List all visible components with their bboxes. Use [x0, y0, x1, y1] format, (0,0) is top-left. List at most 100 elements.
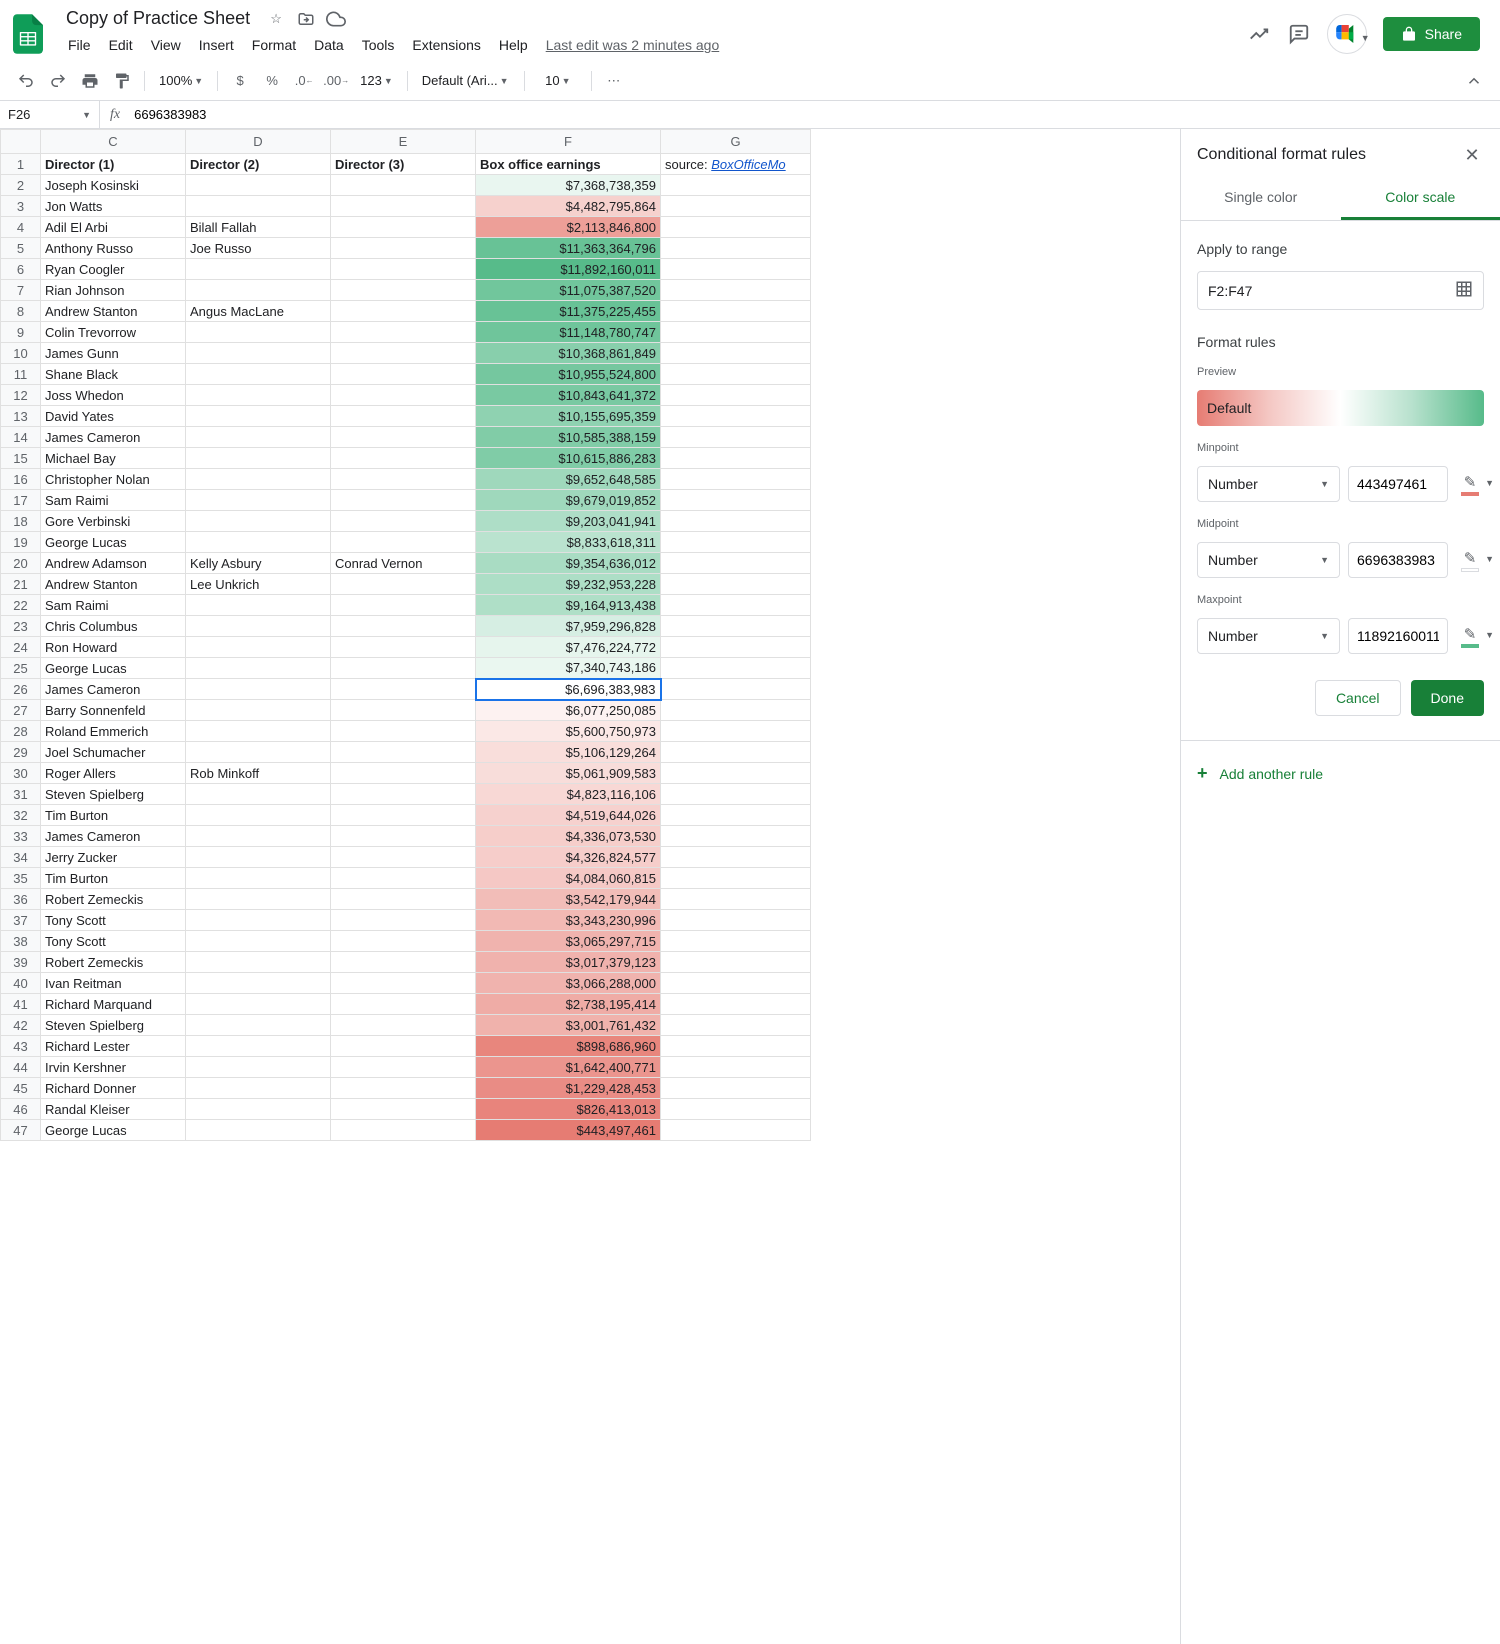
cell-C36[interactable]: Robert Zemeckis — [41, 889, 186, 910]
cell-D22[interactable] — [186, 595, 331, 616]
cell-F33[interactable]: $4,336,073,530 — [476, 826, 661, 847]
cell-E36[interactable] — [331, 889, 476, 910]
row-header-22[interactable]: 22 — [1, 595, 41, 616]
star-icon[interactable]: ☆ — [266, 9, 286, 29]
sheets-logo[interactable] — [8, 14, 48, 54]
cell-C2[interactable]: Joseph Kosinski — [41, 175, 186, 196]
cell-E38[interactable] — [331, 931, 476, 952]
cell-E37[interactable] — [331, 910, 476, 931]
maxpoint-value-input[interactable] — [1348, 618, 1448, 654]
cell-F9[interactable]: $11,148,780,747 — [476, 322, 661, 343]
col-header-F[interactable]: F — [476, 130, 661, 154]
cell-C42[interactable]: Steven Spielberg — [41, 1015, 186, 1036]
cell-F27[interactable]: $6,077,250,085 — [476, 700, 661, 721]
cell-G47[interactable] — [661, 1120, 811, 1141]
cell-G30[interactable] — [661, 763, 811, 784]
more-tools-button[interactable]: ⋯ — [600, 67, 628, 95]
select-range-icon[interactable] — [1455, 280, 1473, 301]
cell-D17[interactable] — [186, 490, 331, 511]
cell-D11[interactable] — [186, 364, 331, 385]
add-rule-button[interactable]: + Add another rule — [1197, 759, 1484, 788]
col-header-C[interactable]: C — [41, 130, 186, 154]
cell-F7[interactable]: $11,075,387,520 — [476, 280, 661, 301]
cell-C27[interactable]: Barry Sonnenfeld — [41, 700, 186, 721]
cell-D12[interactable] — [186, 385, 331, 406]
name-box[interactable]: F26▼ — [0, 101, 100, 128]
cell-C43[interactable]: Richard Lester — [41, 1036, 186, 1057]
cell-D20[interactable]: Kelly Asbury — [186, 553, 331, 574]
cell-D35[interactable] — [186, 868, 331, 889]
cell-G12[interactable] — [661, 385, 811, 406]
row-header-43[interactable]: 43 — [1, 1036, 41, 1057]
cell-F26[interactable]: $6,696,383,983 — [476, 679, 661, 700]
menu-format[interactable]: Format — [244, 33, 304, 57]
cell-D32[interactable] — [186, 805, 331, 826]
cell-C1[interactable]: Director (1) — [41, 154, 186, 175]
share-button[interactable]: Share — [1383, 17, 1480, 51]
cell-D21[interactable]: Lee Unkrich — [186, 574, 331, 595]
cell-G18[interactable] — [661, 511, 811, 532]
cell-C12[interactable]: Joss Whedon — [41, 385, 186, 406]
cell-C23[interactable]: Chris Columbus — [41, 616, 186, 637]
cell-E12[interactable] — [331, 385, 476, 406]
row-header-2[interactable]: 2 — [1, 175, 41, 196]
cell-C7[interactable]: Rian Johnson — [41, 280, 186, 301]
col-header-D[interactable]: D — [186, 130, 331, 154]
cell-F35[interactable]: $4,084,060,815 — [476, 868, 661, 889]
cell-D18[interactable] — [186, 511, 331, 532]
row-header-23[interactable]: 23 — [1, 616, 41, 637]
cell-D29[interactable] — [186, 742, 331, 763]
cell-C20[interactable]: Andrew Adamson — [41, 553, 186, 574]
comments-icon[interactable] — [1287, 22, 1311, 46]
cell-C39[interactable]: Robert Zemeckis — [41, 952, 186, 973]
cell-D1[interactable]: Director (2) — [186, 154, 331, 175]
row-header-11[interactable]: 11 — [1, 364, 41, 385]
row-header-38[interactable]: 38 — [1, 931, 41, 952]
cell-D31[interactable] — [186, 784, 331, 805]
cell-C9[interactable]: Colin Trevorrow — [41, 322, 186, 343]
paint-format-button[interactable] — [108, 67, 136, 95]
cell-G43[interactable] — [661, 1036, 811, 1057]
cell-D24[interactable] — [186, 637, 331, 658]
cell-D3[interactable] — [186, 196, 331, 217]
cell-G41[interactable] — [661, 994, 811, 1015]
midpoint-type-select[interactable]: Number▼ — [1197, 542, 1340, 578]
cell-E18[interactable] — [331, 511, 476, 532]
cell-F28[interactable]: $5,600,750,973 — [476, 721, 661, 742]
cell-E33[interactable] — [331, 826, 476, 847]
cell-F36[interactable]: $3,542,179,944 — [476, 889, 661, 910]
cell-G23[interactable] — [661, 616, 811, 637]
cell-G1[interactable]: source: BoxOfficeMo — [661, 154, 811, 175]
row-header-47[interactable]: 47 — [1, 1120, 41, 1141]
cell-G35[interactable] — [661, 868, 811, 889]
cell-F24[interactable]: $7,476,224,772 — [476, 637, 661, 658]
cell-C18[interactable]: Gore Verbinski — [41, 511, 186, 532]
cell-G31[interactable] — [661, 784, 811, 805]
cell-E45[interactable] — [331, 1078, 476, 1099]
cell-G26[interactable] — [661, 679, 811, 700]
cell-G46[interactable] — [661, 1099, 811, 1120]
row-header-33[interactable]: 33 — [1, 826, 41, 847]
cell-D16[interactable] — [186, 469, 331, 490]
tab-color-scale[interactable]: Color scale — [1341, 177, 1500, 220]
cell-D38[interactable] — [186, 931, 331, 952]
redo-button[interactable] — [44, 67, 72, 95]
row-header-32[interactable]: 32 — [1, 805, 41, 826]
cell-E39[interactable] — [331, 952, 476, 973]
cell-E27[interactable] — [331, 700, 476, 721]
preview-gradient[interactable]: Default — [1197, 390, 1484, 426]
cell-C3[interactable]: Jon Watts — [41, 196, 186, 217]
row-header-35[interactable]: 35 — [1, 868, 41, 889]
cell-F32[interactable]: $4,519,644,026 — [476, 805, 661, 826]
row-header-5[interactable]: 5 — [1, 238, 41, 259]
cell-D10[interactable] — [186, 343, 331, 364]
cell-D30[interactable]: Rob Minkoff — [186, 763, 331, 784]
cell-E9[interactable] — [331, 322, 476, 343]
cell-E44[interactable] — [331, 1057, 476, 1078]
cell-C5[interactable]: Anthony Russo — [41, 238, 186, 259]
row-header-26[interactable]: 26 — [1, 679, 41, 700]
cell-F47[interactable]: $443,497,461 — [476, 1120, 661, 1141]
cell-C31[interactable]: Steven Spielberg — [41, 784, 186, 805]
cell-D33[interactable] — [186, 826, 331, 847]
row-header-44[interactable]: 44 — [1, 1057, 41, 1078]
